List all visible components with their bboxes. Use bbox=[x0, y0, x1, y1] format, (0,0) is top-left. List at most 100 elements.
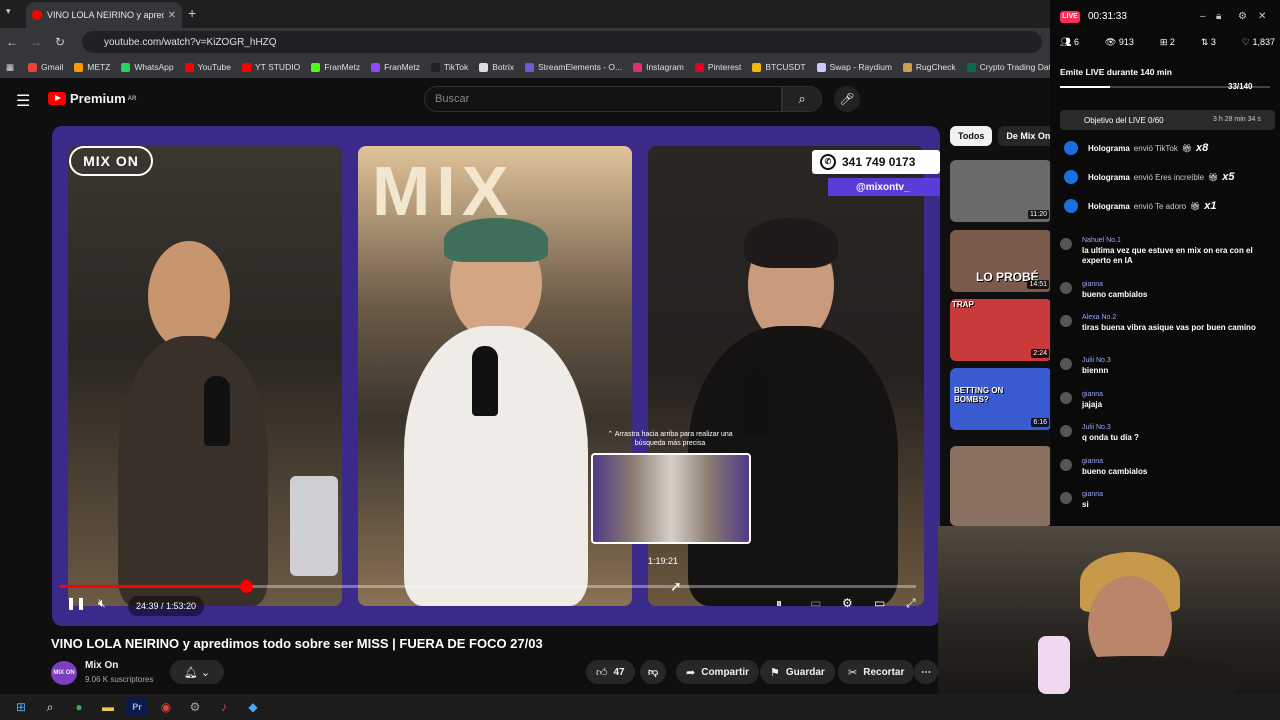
bookmark-item[interactable]: FranMetz bbox=[311, 62, 360, 72]
notifications-button[interactable]: 🔔︎ ⌄ bbox=[170, 660, 224, 684]
search-input[interactable]: Buscar bbox=[424, 86, 782, 112]
share-button[interactable]: ➦ Compartir bbox=[676, 660, 760, 684]
bookmark-label: FranMetz bbox=[324, 62, 361, 72]
chat-user: Julii No.3 bbox=[1082, 357, 1111, 364]
chat-user: Alexa No.2 bbox=[1082, 314, 1117, 321]
bookmark-item[interactable]: Instagram bbox=[633, 62, 684, 72]
chrome-icon[interactable]: ◉ bbox=[155, 698, 177, 716]
fullscreen-icon[interactable]: ⤢ bbox=[906, 596, 916, 611]
bookmark-label: YT STUDIO bbox=[255, 62, 301, 72]
youtube-header: ☰ Premium AR Buscar ⌕ 🎤︎ bbox=[0, 78, 1050, 120]
back-icon[interactable]: ← bbox=[0, 35, 24, 49]
autoplay-toggle-icon[interactable]: ⏸︎ bbox=[776, 596, 782, 611]
bookmark-item[interactable]: TikTok bbox=[431, 62, 468, 72]
bookmark-item[interactable]: Swap - Raydium bbox=[816, 62, 892, 72]
forward-icon[interactable]: → bbox=[24, 35, 48, 49]
subtitles-icon[interactable]: ▭ bbox=[810, 596, 821, 610]
gift-row: Holograma envió Eres increíble 🎁︎ x5 bbox=[1064, 166, 1264, 188]
related-thumbnail[interactable]: BETTING ON BOMBS? 6:16 bbox=[950, 368, 1052, 430]
reload-icon[interactable]: ↻ bbox=[48, 35, 72, 49]
settings-icon[interactable]: ⚙ bbox=[1238, 11, 1247, 22]
theater-mode-icon[interactable]: ▭ bbox=[874, 596, 885, 610]
save-label: Guardar bbox=[785, 666, 825, 678]
video-player[interactable]: MIX MIX ON ✆ 341 749 0173 @mixontv_ ⌃ Ar… bbox=[52, 126, 940, 626]
clip-button[interactable]: ✂ Recortar bbox=[838, 660, 915, 684]
bookmark-item[interactable]: RugCheck bbox=[902, 62, 956, 72]
bookmark-item[interactable]: METZ bbox=[74, 62, 110, 72]
windows-start-icon[interactable]: ⊞ bbox=[10, 698, 32, 716]
browser-tab-active[interactable]: VINO LOLA NEIRINO y apredimos ✕ bbox=[26, 2, 182, 28]
live-stream-panel: LIVE 00:31:33 – 🔒︎ ⚙ ✕ 👥︎ 6 👁︎ 913 ⊞ 2 ⇅… bbox=[1050, 0, 1280, 526]
bookmark-item[interactable]: StreamElements - O... bbox=[524, 62, 622, 72]
avatar bbox=[1060, 459, 1072, 471]
avatar bbox=[1060, 282, 1072, 294]
windows-taskbar: ⊞ ⌕ ● ▬ Pr ◉ ⚙ ♪ ◆ bbox=[0, 694, 1280, 720]
bookmark-item[interactable]: BTCUSDT bbox=[752, 62, 806, 72]
related-thumbnail[interactable] bbox=[950, 446, 1052, 526]
premiere-pro-icon[interactable]: Pr bbox=[126, 698, 148, 716]
channel-name[interactable]: Mix On bbox=[85, 660, 118, 671]
thumbnail-text: BETTING ON BOMBS? bbox=[954, 386, 1004, 404]
bookmark-label: WhatsApp bbox=[134, 62, 174, 72]
bookmark-item[interactable]: YT STUDIO bbox=[242, 62, 300, 72]
bookmark-item[interactable]: Gmail bbox=[28, 62, 63, 72]
save-button[interactable]: ⚑ Guardar bbox=[760, 660, 835, 684]
apps-icon[interactable]: ▦ bbox=[6, 62, 14, 73]
spotify-icon[interactable]: ● bbox=[68, 698, 90, 716]
bookmark-favicon-icon bbox=[74, 62, 84, 72]
youtube-play-icon bbox=[48, 92, 66, 105]
hamburger-menu-icon[interactable]: ☰ bbox=[16, 91, 30, 111]
bookmark-favicon-icon bbox=[902, 62, 912, 72]
bookmark-favicon-icon bbox=[479, 62, 489, 72]
progress-bar[interactable] bbox=[60, 580, 916, 593]
voice-search-button[interactable]: 🎤︎ bbox=[834, 86, 860, 112]
dislike-button[interactable]: 👎︎ bbox=[640, 660, 667, 684]
settings-gear-icon[interactable]: ⚙ bbox=[842, 596, 853, 610]
related-thumbnail[interactable]: LO PROBÉ 14:51 bbox=[950, 230, 1052, 292]
minimize-icon[interactable]: – bbox=[1200, 11, 1206, 22]
chat-user: gianna bbox=[1082, 458, 1104, 465]
new-tab-icon[interactable]: + bbox=[188, 5, 196, 21]
app-icon[interactable]: ◆ bbox=[242, 698, 264, 716]
related-thumbnail[interactable]: TRAP 2:24 bbox=[950, 299, 1052, 361]
gift-action: envió TikTok bbox=[1133, 143, 1178, 153]
close-overlay-icon[interactable]: ✕ bbox=[1258, 11, 1266, 22]
lock-icon[interactable]: 🔒︎ bbox=[1216, 11, 1221, 22]
time-display: 24:39 / 1:53:20 bbox=[128, 596, 205, 616]
file-explorer-icon[interactable]: ▬ bbox=[97, 698, 119, 716]
player-controls: ❚❚ 🔇︎ 24:39 / 1:53:20 ⏸︎ ▭ ⚙ ▭ ⤢ bbox=[52, 594, 940, 620]
address-bar[interactable]: youtube.com/watch?v=KiZOGR_hHZQ bbox=[82, 31, 1042, 53]
channel-avatar[interactable]: MIX ON bbox=[51, 661, 77, 685]
close-tab-icon[interactable]: ✕ bbox=[168, 10, 176, 21]
search-icon[interactable]: ⌕ bbox=[39, 698, 61, 716]
chip-all[interactable]: Todos bbox=[950, 126, 993, 146]
youtube-logo[interactable]: Premium AR bbox=[48, 91, 136, 106]
tiktok-live-icon[interactable]: ♪ bbox=[213, 698, 235, 716]
url-text: youtube.com/watch?v=KiZOGR_hHZQ bbox=[104, 36, 277, 48]
stat-item: ♡ 1,837 bbox=[1241, 37, 1275, 47]
avatar bbox=[1060, 392, 1072, 404]
tab-title: VINO LOLA NEIRINO y apredimos bbox=[47, 10, 164, 20]
like-button[interactable]: 👍︎ 47 bbox=[586, 660, 635, 684]
bookmark-item[interactable]: WhatsApp bbox=[121, 62, 174, 72]
gift-row: Holograma envió TikTok 🎁︎ x8 bbox=[1064, 137, 1264, 159]
seek-preview-time: 1:19:21 bbox=[648, 556, 679, 566]
pause-icon[interactable]: ❚❚ bbox=[66, 596, 86, 610]
mute-icon[interactable]: 🔇︎ bbox=[98, 596, 106, 611]
search-button[interactable]: ⌕ bbox=[782, 86, 822, 112]
bookmark-item[interactable]: Pinterest bbox=[694, 62, 742, 72]
bookmark-favicon-icon bbox=[524, 62, 534, 72]
webcam-lamp bbox=[1038, 636, 1070, 694]
tab-list-icon[interactable]: ▾ bbox=[6, 6, 11, 17]
youtube-favicon-icon bbox=[32, 10, 42, 20]
settings-icon[interactable]: ⚙ bbox=[184, 698, 206, 716]
gift-count: x5 bbox=[1222, 171, 1235, 183]
bookmark-label: Pinterest bbox=[707, 62, 742, 72]
bookmark-item[interactable]: Crypto Trading Data... bbox=[966, 62, 1050, 72]
related-thumbnail[interactable]: 11:20 bbox=[950, 160, 1052, 222]
bookmark-item[interactable]: YouTube bbox=[184, 62, 231, 72]
more-actions-button[interactable]: ⋯ bbox=[914, 660, 938, 684]
bookmark-item[interactable]: FranMetz bbox=[371, 62, 420, 72]
bookmark-item[interactable]: Botrix bbox=[479, 62, 514, 72]
progress-played bbox=[60, 585, 247, 588]
